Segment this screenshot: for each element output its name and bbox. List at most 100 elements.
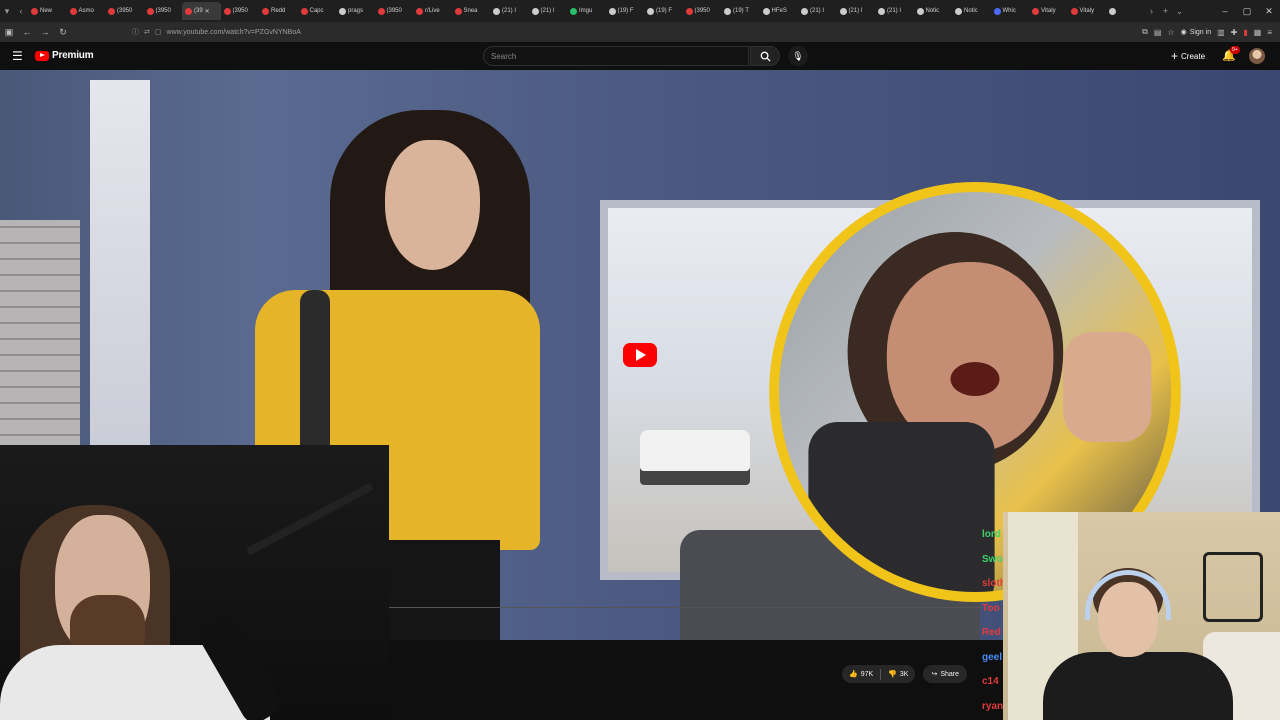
- plus-icon: +: [1171, 49, 1179, 63]
- browser-tab[interactable]: prags: [336, 2, 375, 20]
- browser-menu-icon[interactable]: ≡: [1267, 28, 1272, 37]
- browser-tab[interactable]: (39 ✕: [182, 2, 221, 20]
- tab-label: Imgu: [579, 8, 593, 14]
- tab-label: prags: [348, 8, 364, 14]
- share-icon: ↪: [931, 671, 938, 678]
- tab-favicon-icon: [839, 7, 847, 15]
- browser-tab[interactable]: Redd: [259, 2, 298, 20]
- mic-arm: [246, 482, 374, 556]
- browser-tab[interactable]: (21) I: [875, 2, 914, 20]
- voice-search-button[interactable]: 🎙: [788, 46, 808, 66]
- extensions-icon[interactable]: ✚: [1231, 28, 1238, 37]
- browser-tab[interactable]: (19) F: [644, 2, 683, 20]
- like-button[interactable]: 👍 97K: [842, 665, 880, 683]
- chat-username: ryan: [982, 700, 1004, 712]
- tab-favicon-icon: [223, 7, 231, 15]
- play-button-icon[interactable]: [623, 343, 657, 367]
- tab-favicon-icon: [108, 7, 115, 15]
- tab-favicon-icon: [339, 7, 346, 15]
- youtube-premium-logo[interactable]: Premium: [35, 50, 94, 61]
- browser-tab[interactable]: (19) T: [721, 2, 760, 20]
- browser-tab[interactable]: Vitaly: [1029, 2, 1068, 20]
- tab-favicon-icon: [262, 7, 269, 15]
- create-button[interactable]: + Create: [1164, 48, 1212, 64]
- tab-label: (3950: [155, 8, 171, 14]
- tab-scroll-right-icon[interactable]: ›: [1145, 0, 1159, 22]
- new-tab-button[interactable]: +: [1159, 0, 1173, 22]
- permissions-icon[interactable]: ⇄: [144, 28, 150, 36]
- url-field[interactable]: ⓘ ⇄ ▢ www.youtube.com/watch?v=PZGvNYNBoA: [132, 25, 1092, 39]
- inset-hand: [1063, 332, 1152, 442]
- tab-favicon-icon: [146, 7, 154, 15]
- tab-search-icon[interactable]: ▾: [0, 0, 14, 22]
- dislike-count: 3K: [899, 670, 909, 678]
- browser-tab[interactable]: Imgu: [567, 2, 606, 20]
- browser-tab[interactable]: (21) I: [837, 2, 876, 20]
- sidebar-toggle-icon[interactable]: ▣: [0, 22, 18, 42]
- reload-button[interactable]: ↻: [54, 22, 72, 42]
- user-avatar[interactable]: [1249, 48, 1265, 64]
- browser-tab[interactable]: (3950: [683, 2, 722, 20]
- search-icon: [760, 51, 771, 62]
- tab-label: Vitaly: [1041, 8, 1056, 14]
- hamburger-menu-icon[interactable]: ☰: [12, 49, 23, 63]
- minimize-button[interactable]: –: [1214, 0, 1236, 22]
- browser-tab[interactable]: Notic: [914, 2, 953, 20]
- tab-label: r/Live: [425, 8, 440, 14]
- browser-tab[interactable]: r/Live: [413, 2, 452, 20]
- logo-text: Premium: [52, 50, 94, 61]
- notification-badge: 9+: [1230, 46, 1240, 54]
- tab-scroll-left-icon[interactable]: ‹: [14, 0, 28, 22]
- browser-tab[interactable]: Capc: [298, 2, 337, 20]
- search-button[interactable]: [750, 46, 780, 66]
- tab-favicon-icon: [608, 7, 616, 15]
- search-input[interactable]: Search: [483, 46, 749, 66]
- tab-label: (19) F: [617, 8, 634, 14]
- sign-in-button[interactable]: ◉ Sign in: [1180, 28, 1212, 37]
- browser-tab[interactable]: (3950: [144, 2, 183, 20]
- back-button[interactable]: ←: [18, 22, 36, 42]
- account-icon: ◉: [1180, 29, 1187, 36]
- extensions-menu-icon[interactable]: ▦: [1254, 28, 1262, 37]
- browser-tab[interactable]: (21) I: [490, 2, 529, 20]
- bookmark-star-icon[interactable]: ☆: [1167, 28, 1174, 37]
- browser-tab[interactable]: (19) F: [606, 2, 645, 20]
- browser-tab[interactable]: (21) I: [529, 2, 568, 20]
- split-view-icon[interactable]: ▥: [1217, 28, 1225, 37]
- browser-tab[interactable]: Whic: [991, 2, 1030, 20]
- dislike-button[interactable]: 👎 3K: [881, 665, 915, 683]
- close-window-button[interactable]: ✕: [1258, 0, 1280, 22]
- tab-label: Whic: [1002, 8, 1016, 14]
- tab-favicon-icon: [916, 7, 924, 15]
- browser-tab[interactable]: [1106, 2, 1145, 20]
- forward-button[interactable]: →: [36, 22, 54, 42]
- browser-tab[interactable]: (3950: [375, 2, 414, 20]
- browser-tab[interactable]: Snea: [452, 2, 491, 20]
- browser-tab[interactable]: (3950: [221, 2, 260, 20]
- close-tab-icon[interactable]: ✕: [205, 8, 210, 15]
- browser-tab[interactable]: HFeS: [760, 2, 799, 20]
- site-info-icon[interactable]: ⓘ: [132, 27, 139, 37]
- browser-tab[interactable]: New: [28, 2, 67, 20]
- tab-label: (21) I: [848, 8, 863, 14]
- install-app-icon[interactable]: ⧉: [1142, 27, 1148, 37]
- tab-favicon-icon: [878, 7, 885, 15]
- maximize-button[interactable]: ▢: [1236, 0, 1258, 22]
- tab-label: (39: [194, 8, 203, 14]
- viewer-shirt: [1043, 652, 1233, 720]
- tab-favicon-icon: [493, 7, 500, 15]
- tab-favicon-icon: [1032, 7, 1039, 15]
- browser-tab[interactable]: Notic: [952, 2, 991, 20]
- tab-label: (3950: [117, 8, 133, 14]
- tab-favicon-icon: [531, 7, 539, 15]
- reader-view-icon[interactable]: ▤: [1154, 28, 1162, 37]
- inset-backpack: [808, 422, 995, 592]
- browser-tab[interactable]: (3950: [105, 2, 144, 20]
- tab-list-dropdown-icon[interactable]: ⌄: [1173, 0, 1187, 22]
- browser-tab[interactable]: (21) I: [798, 2, 837, 20]
- extension-red-icon[interactable]: ▮: [1243, 28, 1247, 37]
- share-button[interactable]: ↪ Share: [923, 665, 968, 683]
- browser-tab[interactable]: Vitaly: [1068, 2, 1107, 20]
- browser-tab[interactable]: Asmo: [67, 2, 106, 20]
- video-progress-bar[interactable]: [389, 607, 982, 608]
